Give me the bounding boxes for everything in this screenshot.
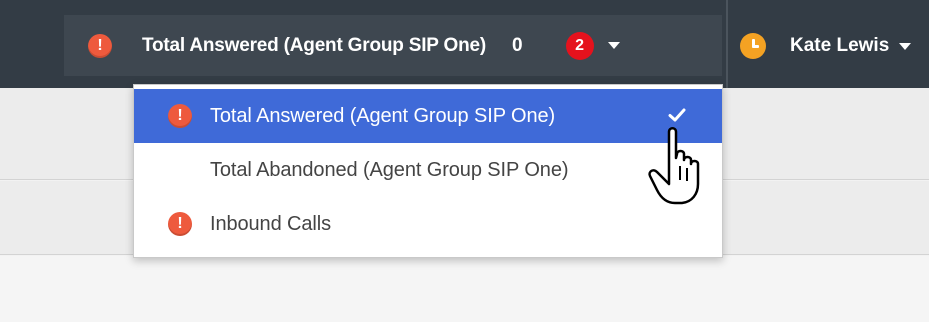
alert-icon: ! (88, 33, 112, 58)
user-name: Kate Lewis (790, 35, 890, 56)
chevron-down-icon (607, 42, 620, 49)
alert-icon: ! (168, 104, 192, 128)
top-bar: ! Total Answered (Agent Group SIP One) 0… (0, 0, 929, 88)
checkmark-icon (668, 108, 686, 122)
menu-item-total-abandoned[interactable]: Total Abandoned (Agent Group SIP One) (134, 143, 722, 197)
alert-icon: ! (168, 212, 192, 236)
clock-icon (740, 33, 766, 59)
alert-count-badge: 2 (565, 31, 594, 60)
menu-item-label: Total Abandoned (Agent Group SIP One) (210, 158, 569, 181)
kpi-selector-button[interactable]: ! Total Answered (Agent Group SIP One) 0… (64, 15, 722, 76)
kpi-dropdown-menu: ! Total Answered (Agent Group SIP One) T… (133, 84, 723, 258)
toolbar-divider (726, 0, 728, 88)
menu-item-total-answered[interactable]: ! Total Answered (Agent Group SIP One) (134, 89, 722, 143)
page-row-3 (0, 256, 929, 322)
menu-item-label: Inbound Calls (210, 212, 332, 235)
user-menu-button[interactable]: Kate Lewis (740, 30, 912, 62)
kpi-value: 0 (511, 34, 523, 56)
chevron-down-icon (899, 42, 912, 50)
menu-item-label: Total Answered (Agent Group SIP One) (210, 104, 556, 127)
kpi-title: Total Answered (Agent Group SIP One) (142, 34, 486, 56)
menu-item-inbound-calls[interactable]: ! Inbound Calls (134, 197, 722, 251)
